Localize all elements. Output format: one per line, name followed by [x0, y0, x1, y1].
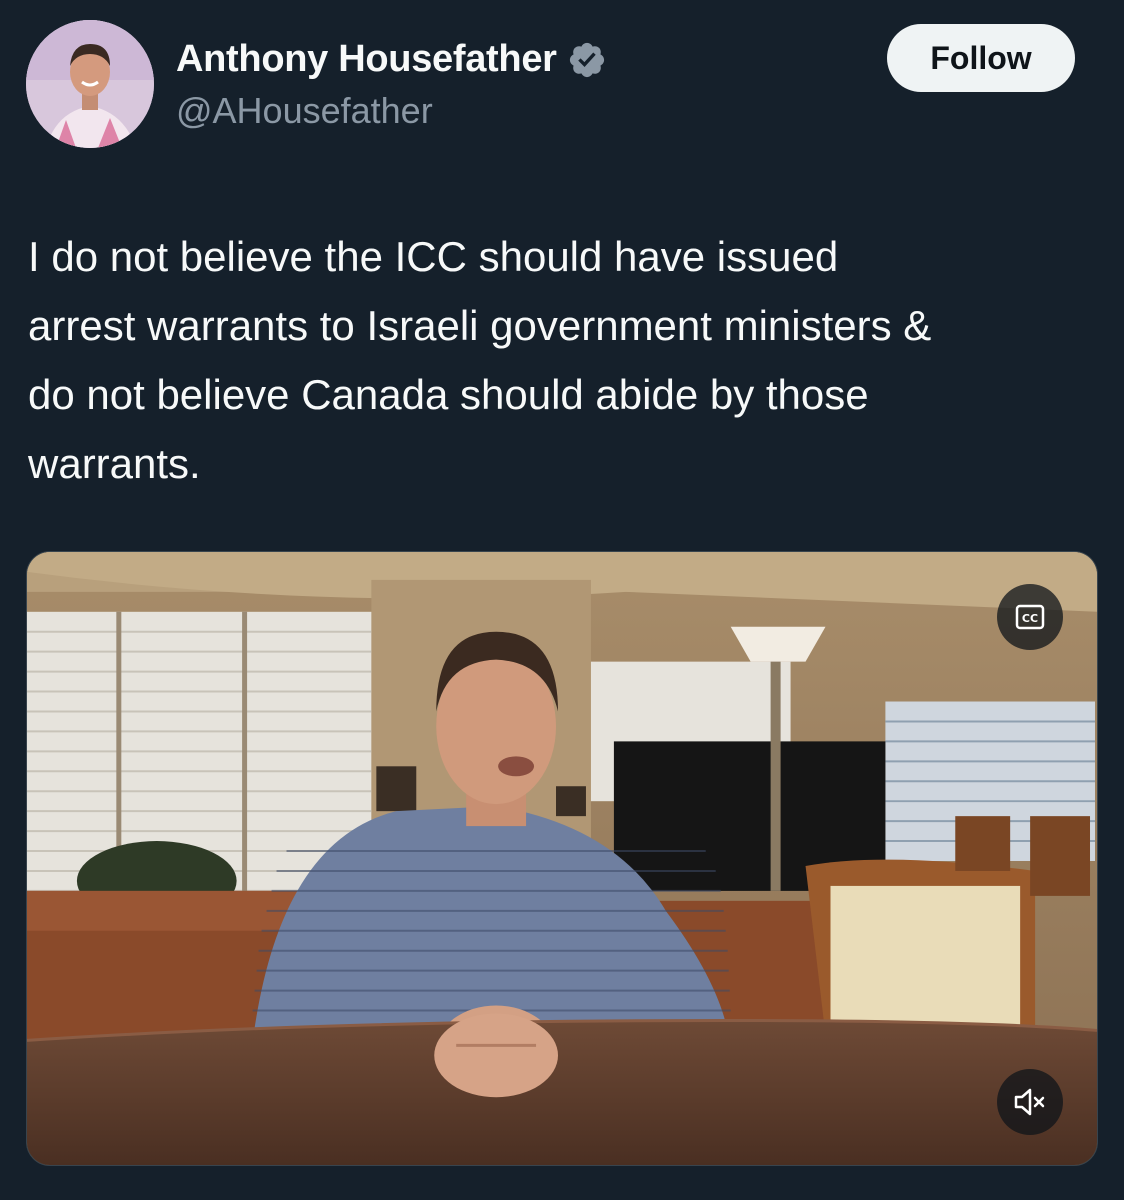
video-thumbnail [27, 552, 1097, 1165]
tweet-text: I do not believe the ICC should have iss… [28, 233, 932, 487]
verified-badge-icon [569, 42, 604, 77]
speaker-muted-icon [1014, 1088, 1045, 1116]
video-player[interactable]: CC [26, 551, 1098, 1166]
author-avatar[interactable] [26, 20, 154, 148]
closed-captions-icon: CC [1015, 604, 1045, 630]
avatar-image [26, 20, 154, 148]
author-name[interactable]: Anthony Housefather [176, 38, 557, 81]
follow-button[interactable]: Follow [887, 24, 1075, 92]
author-handle[interactable]: @AHousefather [176, 90, 433, 132]
author-name-row[interactable]: Anthony Housefather [176, 38, 607, 81]
tweet-card: Anthony Housefather @AHousefather Follow… [0, 0, 1124, 1200]
svg-text:CC: CC [1022, 612, 1038, 625]
mute-button[interactable] [997, 1069, 1063, 1135]
captions-button[interactable]: CC [997, 584, 1063, 650]
